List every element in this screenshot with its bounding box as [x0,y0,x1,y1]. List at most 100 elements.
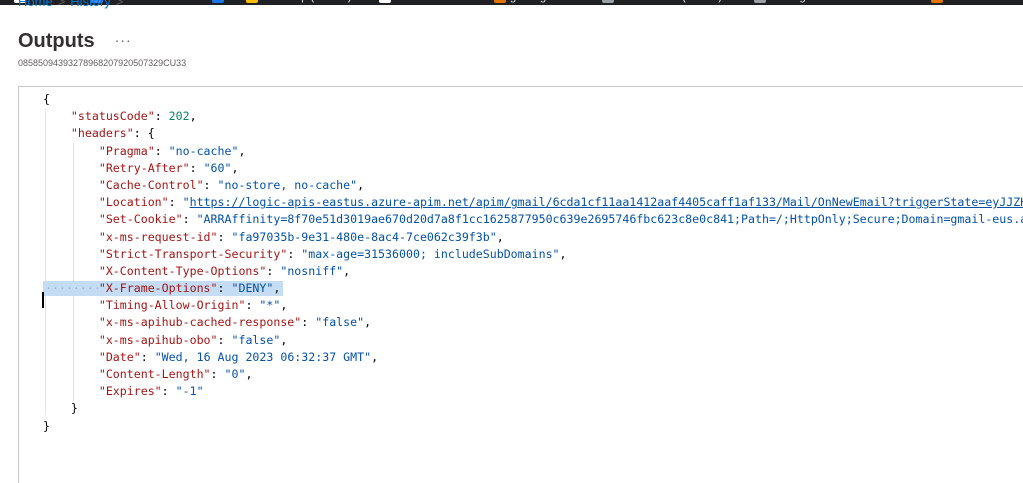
bookmark-item[interactable]: Notion – Work [379,0,465,4]
code-line: "Set-Cookie": "ARRAffinity=8f70e51d3019a… [43,211,1023,228]
code-line-text: } [43,401,78,415]
json-key: "x-ms-apihub-cached-response" [98,315,302,330]
json-string: "max-age=31536000; includeSubDomains" [301,246,560,261]
browser-bookmarks-bar: Windowsuibenchdatasc…Mindmap (Master)Not… [0,0,1023,5]
text-cursor [42,292,44,308]
json-punctuation: : [154,109,169,124]
bookmark-favicon-icon [494,0,506,4]
json-punctuation: : [189,160,204,175]
bookmark-favicon-icon [602,0,615,4]
json-key: "X-Frame-Options" [98,281,218,296]
json-key: "Cache-Control" [98,177,204,192]
code-line: } [43,400,1023,417]
json-string: "fa97035b-9e31-480e-8ac4-7ce062c39f3b" [231,229,497,244]
bookmark-favicon-icon [379,0,392,4]
json-key: "Pragma" [98,143,155,158]
json-key: "statusCode" [70,109,155,124]
bookmark-item[interactable] [212,0,228,4]
code-line-text: "Expires": "-1" [43,384,204,398]
bookmark-label: Getting started · Learn [770,0,880,3]
breadcrumb-history-link[interactable]: History [70,0,110,9]
json-punctuation: { [43,92,50,106]
json-string: "ARRAffinity=8f70e51d3019ae670d20d7a8f1c… [196,212,1023,227]
code-line-text: "Content-Length": "0", [43,367,253,381]
code-line: } [43,418,1023,435]
code-line-text: "x-ms-request-id": "fa97035b-9e31-480e-8… [43,230,504,244]
code-line-text: "X-Content-Type-Options": "nosniff", [43,264,350,278]
json-punctuation: } [70,401,78,416]
code-line: "x-ms-request-id": "fa97035b-9e31-480e-8… [43,229,1023,246]
json-string: "no-store, no-cache" [217,177,358,192]
json-key: "Set-Cookie" [98,212,183,227]
bookmark-favicon-icon [754,0,767,4]
json-key: "x-ms-request-id" [98,229,218,244]
json-punctuation: : [245,298,260,313]
json-punctuation: , [357,177,365,192]
breadcrumb-home-link[interactable]: Home [18,0,53,9]
json-punctuation: : [217,281,232,296]
bookmark-item[interactable]: Mindmap (Master) [246,0,351,4]
json-key: "Timing-Allow-Origin" [98,298,246,313]
json-url-link[interactable]: https://logic-apis-eastus.azure-apim.net… [190,195,1023,209]
json-string: "0" [224,367,246,381]
code-line: "Expires": "-1" [43,383,1023,400]
code-line-text: "Pragma": "no-cache", [43,143,246,158]
code-line: "Retry-After": "60", [43,160,1023,177]
code-line-text: "Set-Cookie": "ARRAffinity=8f70e51d3019a… [43,212,1023,226]
bookmark-item[interactable]: Getting started · Learn [754,0,880,4]
json-punctuation: : [182,212,197,227]
code-line: { [43,91,1023,108]
code-line: "X-Content-Type-Options": "nosniff", [43,263,1023,280]
bookmark-item[interactable]: ProvidedTile (FAH…) [602,0,722,4]
code-lines: { "statusCode": 202, "headers": { "Pragm… [43,91,1023,435]
json-punctuation: : { [133,126,155,141]
json-punctuation: , [231,160,239,175]
json-number: 202 [168,109,190,124]
json-punctuation: , [280,332,288,347]
json-punctuation: , [343,263,351,278]
json-punctuation: , [189,109,197,124]
code-line: "Timing-Allow-Origin": "*", [43,297,1023,314]
json-key: "Content-Length" [98,367,211,381]
more-options-button[interactable]: ··· [115,33,132,47]
json-string: "*" [259,298,281,313]
code-line-text: "headers": { [43,126,155,140]
bookmark-label: ProvidedTile (FAH…) [618,0,722,3]
breadcrumb-separator: > [115,0,124,9]
run-id: 08585094393278968207920507329CU33 [18,58,187,68]
code-line: "Strict-Transport-Security": "max-age=31… [43,246,1023,263]
breadcrumb-separator: > [57,0,66,9]
code-line-text: "Date": "Wed, 16 Aug 2023 06:32:37 GMT", [43,350,378,364]
json-string: "Wed, 16 Aug 2023 06:32:37 GMT" [154,349,372,364]
json-punctuation: : [266,263,281,278]
bookmark-item[interactable]: Workstation · Mail [930,0,1023,4]
json-string: " [182,195,190,210]
page-title: Outputs [18,30,95,52]
json-punctuation: : [210,367,225,381]
json-key: "Retry-After" [98,160,190,175]
json-string: "false" [231,332,281,347]
code-line-text: "X-Frame-Options": "DENY", [43,281,281,296]
code-line-text: { [43,92,50,106]
code-line-text: "Retry-After": "60", [43,160,239,175]
json-punctuation: : [287,246,302,261]
json-key: "headers" [70,126,134,141]
json-output-editor[interactable]: { "statusCode": 202, "headers": { "Pragm… [18,86,1023,483]
json-punctuation: , [245,367,253,381]
bookmark-item[interactable]: gaming mouse [494,0,582,4]
code-line-text: "Strict-Transport-Security": "max-age=31… [43,247,567,261]
bookmark-label: gaming mouse [510,0,582,3]
bookmark-label: Workstation · Mail [947,0,1023,3]
json-punctuation: , [238,143,246,158]
title-row: Outputs ··· [18,30,132,53]
json-punctuation: : [203,177,218,192]
json-punctuation: : [217,229,232,244]
code-line: "Cache-Control": "no-store, no-cache", [43,177,1023,194]
json-string: "-1" [175,384,204,399]
code-line-text: "Location": "https://logic-apis-eastus.a… [43,195,1023,209]
code-line-text: } [43,419,50,433]
json-punctuation: : [168,195,183,210]
json-string: "nosniff" [280,263,344,278]
code-line: "x-ms-apihub-obo": "false", [43,332,1023,349]
code-line-text: "x-ms-apihub-cached-response": "false", [43,315,371,329]
